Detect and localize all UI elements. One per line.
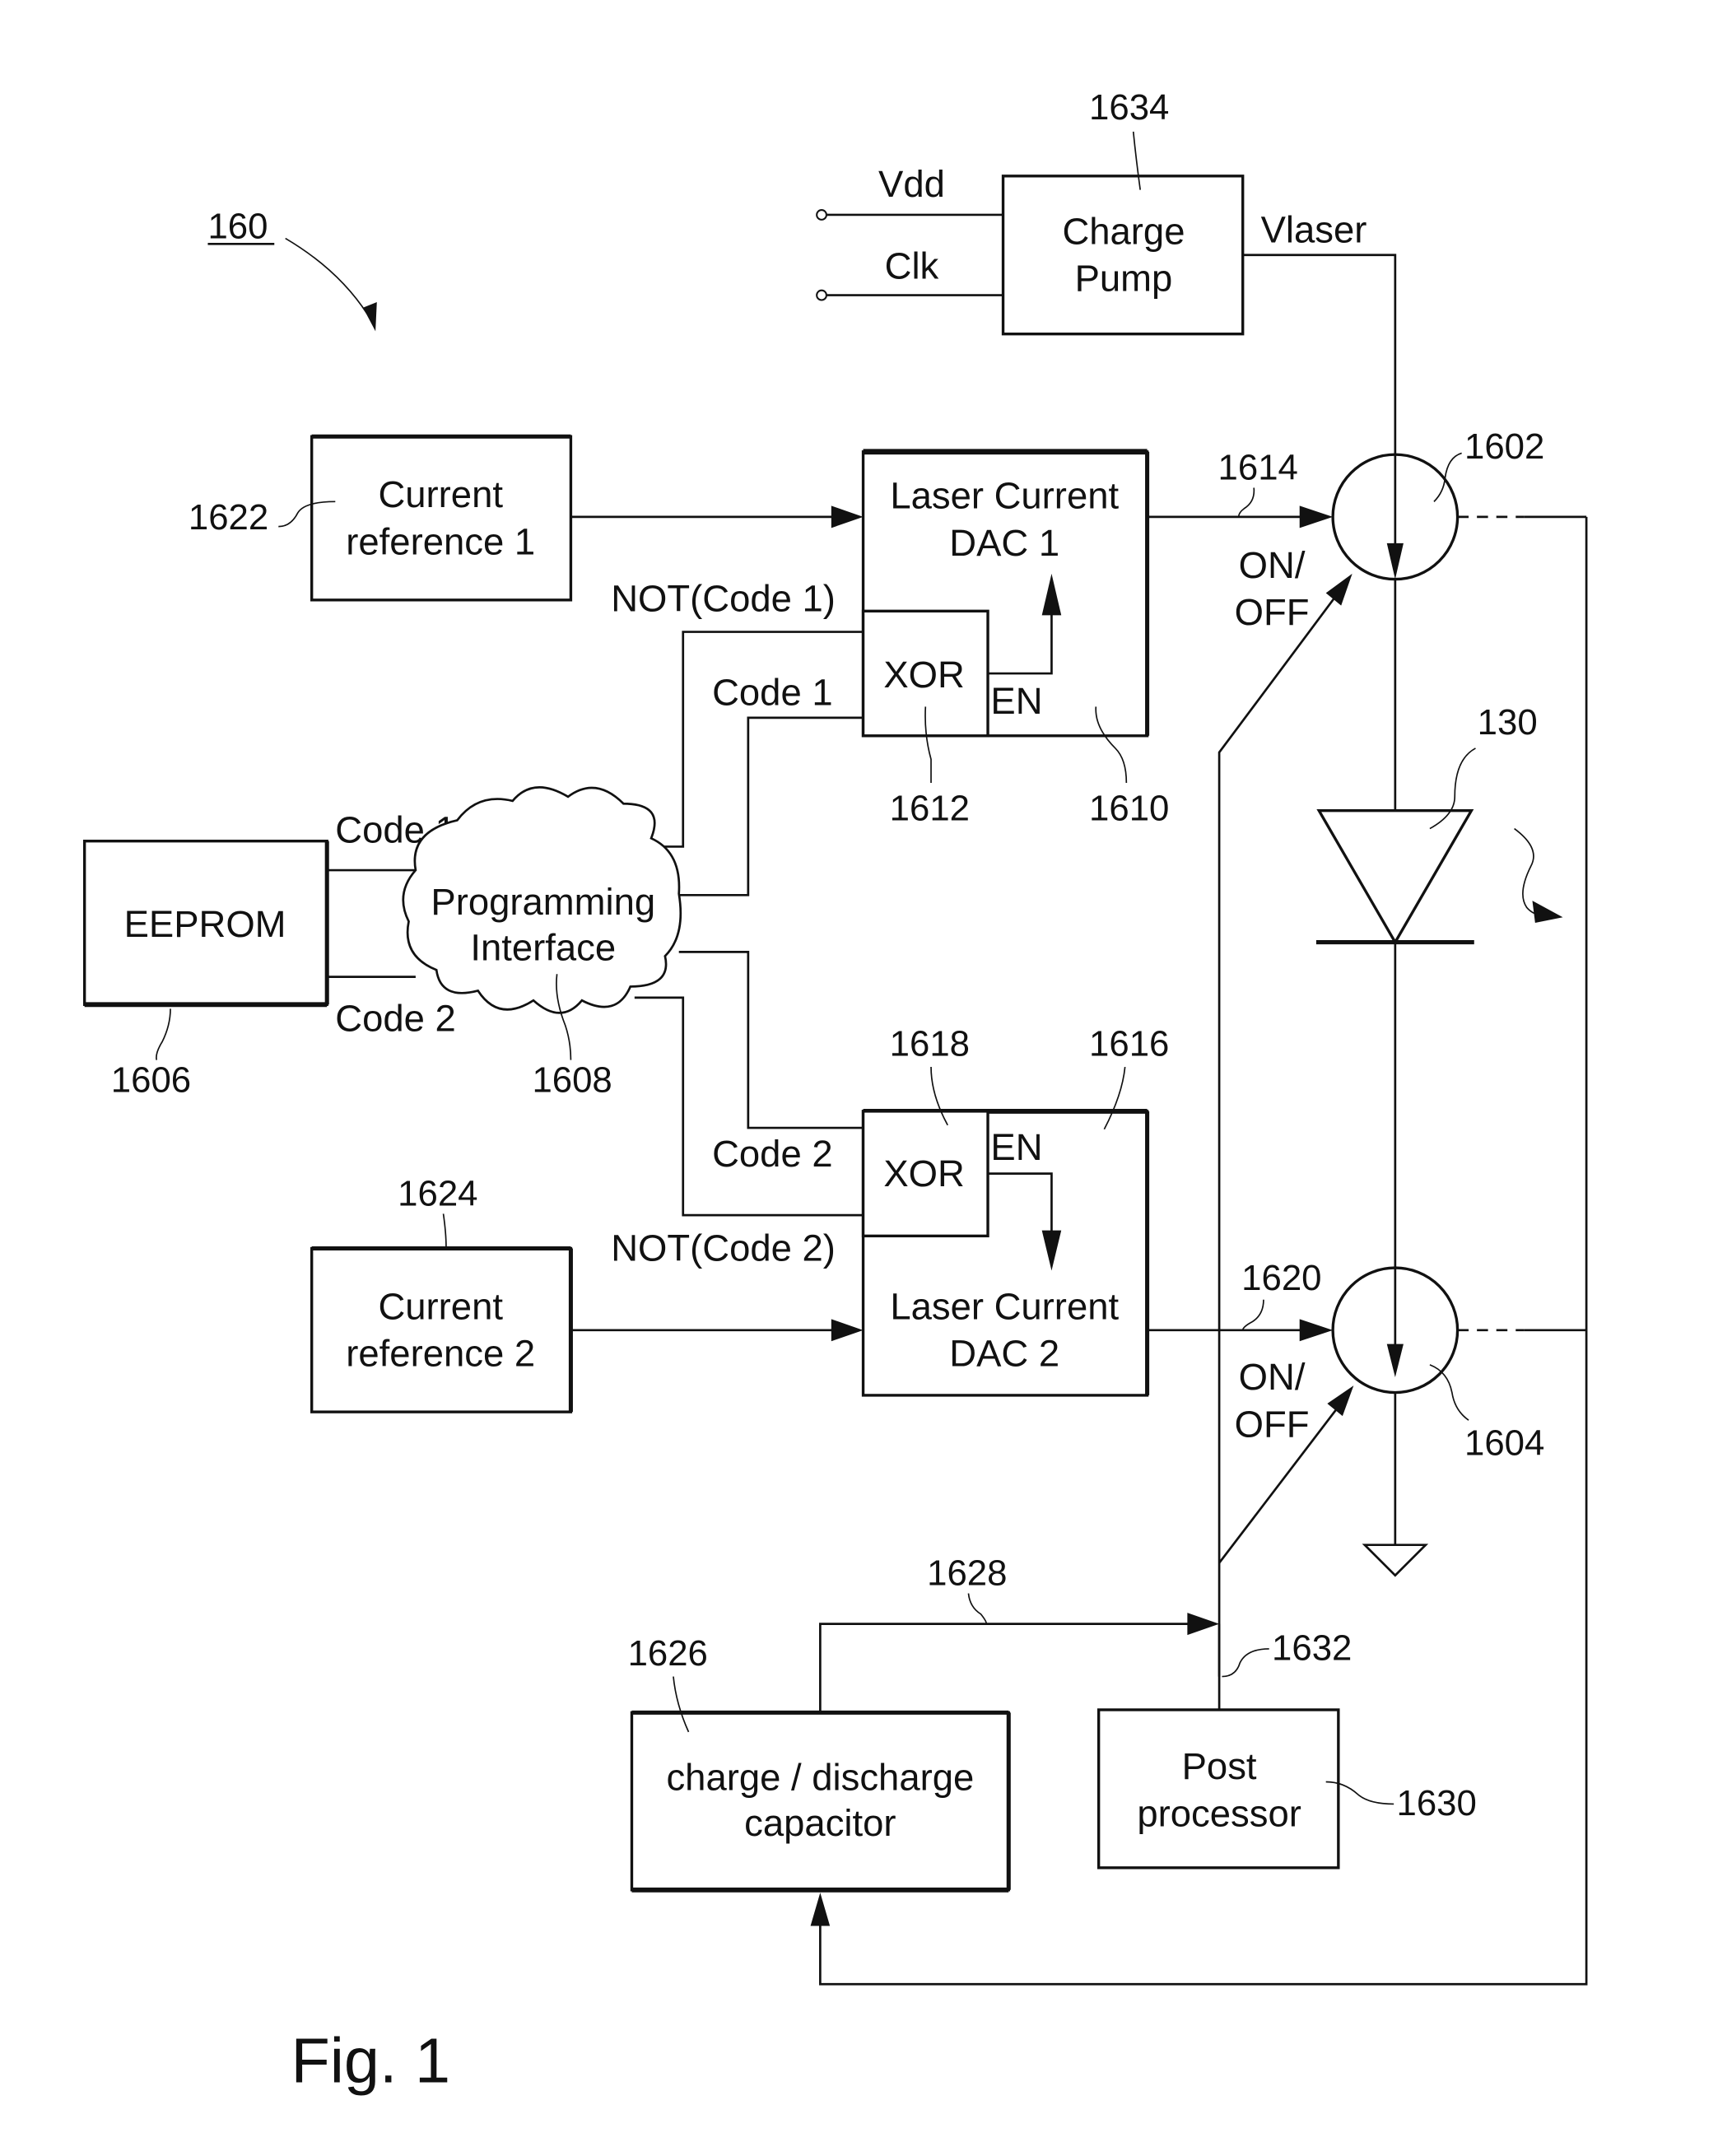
xor2-en-label: EN bbox=[990, 1126, 1042, 1168]
charge-pump-label-2: Pump bbox=[1075, 258, 1173, 300]
capacitor-label-1: charge / discharge bbox=[666, 1757, 974, 1799]
current-reference-2-block: Current reference 2 1624 bbox=[310, 1173, 573, 1413]
charge-pump-ref: 1634 bbox=[1089, 87, 1169, 128]
current-switch-2: 1604 bbox=[1331, 1266, 1544, 1463]
current-reference-2-box bbox=[310, 1246, 573, 1413]
light-emission-arrowhead-icon bbox=[1532, 901, 1563, 923]
vdd-label: Vdd bbox=[878, 163, 945, 205]
capacitor-ref: 1626 bbox=[628, 1633, 708, 1674]
arrowhead-icon bbox=[1299, 505, 1334, 529]
dac1-ref: 1610 bbox=[1089, 788, 1169, 828]
capacitor-label-2: capacitor bbox=[744, 1802, 896, 1844]
figure-reference: 160 bbox=[207, 207, 377, 332]
onoff1-label-1: ON/ bbox=[1239, 544, 1306, 586]
xor2-ref: 1618 bbox=[890, 1024, 970, 1064]
dac1-label-1: Laser Current bbox=[890, 475, 1119, 517]
charge-pump-box bbox=[1001, 175, 1245, 336]
arrowhead-icon bbox=[831, 1319, 864, 1342]
code1-dac-label: Code 1 bbox=[712, 672, 833, 714]
dac1-block: Laser Current DAC 1 XOR EN 1612 1610 bbox=[861, 449, 1169, 828]
reference-arrow-leader bbox=[285, 237, 370, 317]
arrowhead-icon bbox=[1299, 1319, 1334, 1342]
xor2-label: XOR bbox=[883, 1153, 964, 1194]
current-reference-2-leader bbox=[442, 1213, 447, 1247]
arrowhead-icon bbox=[810, 1893, 831, 1926]
eeprom-ref: 1606 bbox=[111, 1059, 191, 1100]
onoff1-label-2: OFF bbox=[1235, 591, 1310, 633]
post-processor-label-2: processor bbox=[1137, 1792, 1301, 1834]
switch2-ref: 1604 bbox=[1464, 1423, 1544, 1463]
current-switch-1: 1602 bbox=[1331, 426, 1544, 581]
arrowhead-icon bbox=[1327, 1385, 1354, 1417]
current-reference-1-block: Current reference 1 1622 bbox=[189, 434, 573, 602]
post-processor-ref: 1630 bbox=[1397, 1783, 1477, 1823]
onoff-control-wire-1 bbox=[1217, 588, 1343, 1677]
clk-label: Clk bbox=[885, 244, 939, 286]
current-reference-2-label-1: Current bbox=[378, 1285, 503, 1327]
arrowhead-icon bbox=[1325, 573, 1353, 606]
current-reference-1-label-1: Current bbox=[378, 473, 503, 515]
eeprom-label: EEPROM bbox=[124, 903, 286, 945]
vlaser-label: Vlaser bbox=[1261, 209, 1367, 251]
line-1620-leader bbox=[1241, 1299, 1264, 1330]
laser-diode-triangle-icon bbox=[1316, 808, 1474, 945]
figure-reference-label: 160 bbox=[207, 207, 268, 247]
charge-pump-block: Charge Pump 1634 bbox=[1001, 87, 1245, 336]
dac2-label-1: Laser Current bbox=[890, 1285, 1119, 1327]
reference-arrowhead-icon bbox=[362, 301, 377, 332]
ground-icon bbox=[1362, 1544, 1429, 1577]
not-code1-label: NOT(Code 1) bbox=[611, 577, 836, 619]
dac2-label-2: DAC 2 bbox=[949, 1333, 1059, 1375]
xor1-label: XOR bbox=[883, 654, 964, 696]
vdd-terminal-icon bbox=[816, 209, 827, 221]
line-1628-ref: 1628 bbox=[927, 1553, 1007, 1594]
figure-caption: Fig. 1 bbox=[291, 2026, 450, 2097]
vlaser-wire bbox=[1242, 254, 1397, 458]
line-1614-ref: 1614 bbox=[1218, 447, 1298, 487]
line-1628-leader bbox=[967, 1593, 988, 1624]
clk-terminal-icon bbox=[816, 289, 827, 301]
onoff2-label-2: OFF bbox=[1235, 1403, 1310, 1445]
eeprom-block: EEPROM 1606 bbox=[82, 840, 329, 1100]
not-code2-label: NOT(Code 2) bbox=[611, 1227, 836, 1269]
charge-pump-label-1: Charge bbox=[1062, 210, 1185, 252]
eeprom-leader bbox=[156, 1008, 171, 1060]
line-1620-ref: 1620 bbox=[1241, 1258, 1321, 1298]
code1-wire bbox=[678, 716, 864, 896]
light-emission-squiggle-icon bbox=[1514, 827, 1549, 916]
line-1632-leader bbox=[1222, 1648, 1269, 1678]
capacitor-output-wire bbox=[819, 1623, 1200, 1713]
current-reference-1-box bbox=[310, 435, 573, 602]
current-reference-2-label-2: reference 2 bbox=[346, 1333, 535, 1375]
programming-interface-ref: 1608 bbox=[532, 1059, 612, 1100]
current-reference-1-ref: 1622 bbox=[189, 497, 268, 538]
arrowhead-icon bbox=[1187, 1613, 1220, 1636]
circuit-diagram: 160 Charge Pump 1634 Vdd Clk Vlaser Curr… bbox=[82, 87, 1588, 2097]
post-processor-box bbox=[1096, 1708, 1340, 1870]
current-reference-2-ref: 1624 bbox=[398, 1173, 477, 1213]
code2-dac-label: Code 2 bbox=[712, 1133, 833, 1175]
programming-interface-cloud: Programming Interface 1608 bbox=[402, 786, 682, 1100]
line-1614-leader bbox=[1237, 487, 1255, 517]
capacitor-block: charge / discharge capacitor 1626 bbox=[628, 1633, 1011, 1893]
capacitor-box bbox=[630, 1711, 1010, 1892]
programming-interface-label-2: Interface bbox=[470, 926, 616, 968]
xor1-en-label: EN bbox=[990, 680, 1042, 722]
post-processor-label-1: Post bbox=[1182, 1745, 1257, 1787]
xor1-ref: 1612 bbox=[890, 788, 970, 828]
switch1-ref: 1602 bbox=[1464, 426, 1544, 467]
current-reference-1-label-2: reference 1 bbox=[346, 520, 535, 562]
laser-diode-ref: 130 bbox=[1478, 702, 1538, 743]
post-processor-block: Post processor 1630 bbox=[1096, 1708, 1477, 1870]
arrowhead-icon bbox=[831, 505, 864, 529]
line-1632-ref: 1632 bbox=[1272, 1627, 1352, 1668]
dac1-label-2: DAC 1 bbox=[949, 522, 1059, 564]
code2-wire bbox=[678, 950, 864, 1129]
dac2-ref: 1616 bbox=[1089, 1024, 1169, 1064]
code2-eeprom-label: Code 2 bbox=[335, 997, 456, 1039]
dac2-block: XOR EN Laser Current DAC 2 1618 1616 bbox=[861, 1024, 1169, 1397]
programming-interface-label-1: Programming bbox=[431, 881, 655, 923]
onoff2-label-1: ON/ bbox=[1239, 1356, 1306, 1398]
